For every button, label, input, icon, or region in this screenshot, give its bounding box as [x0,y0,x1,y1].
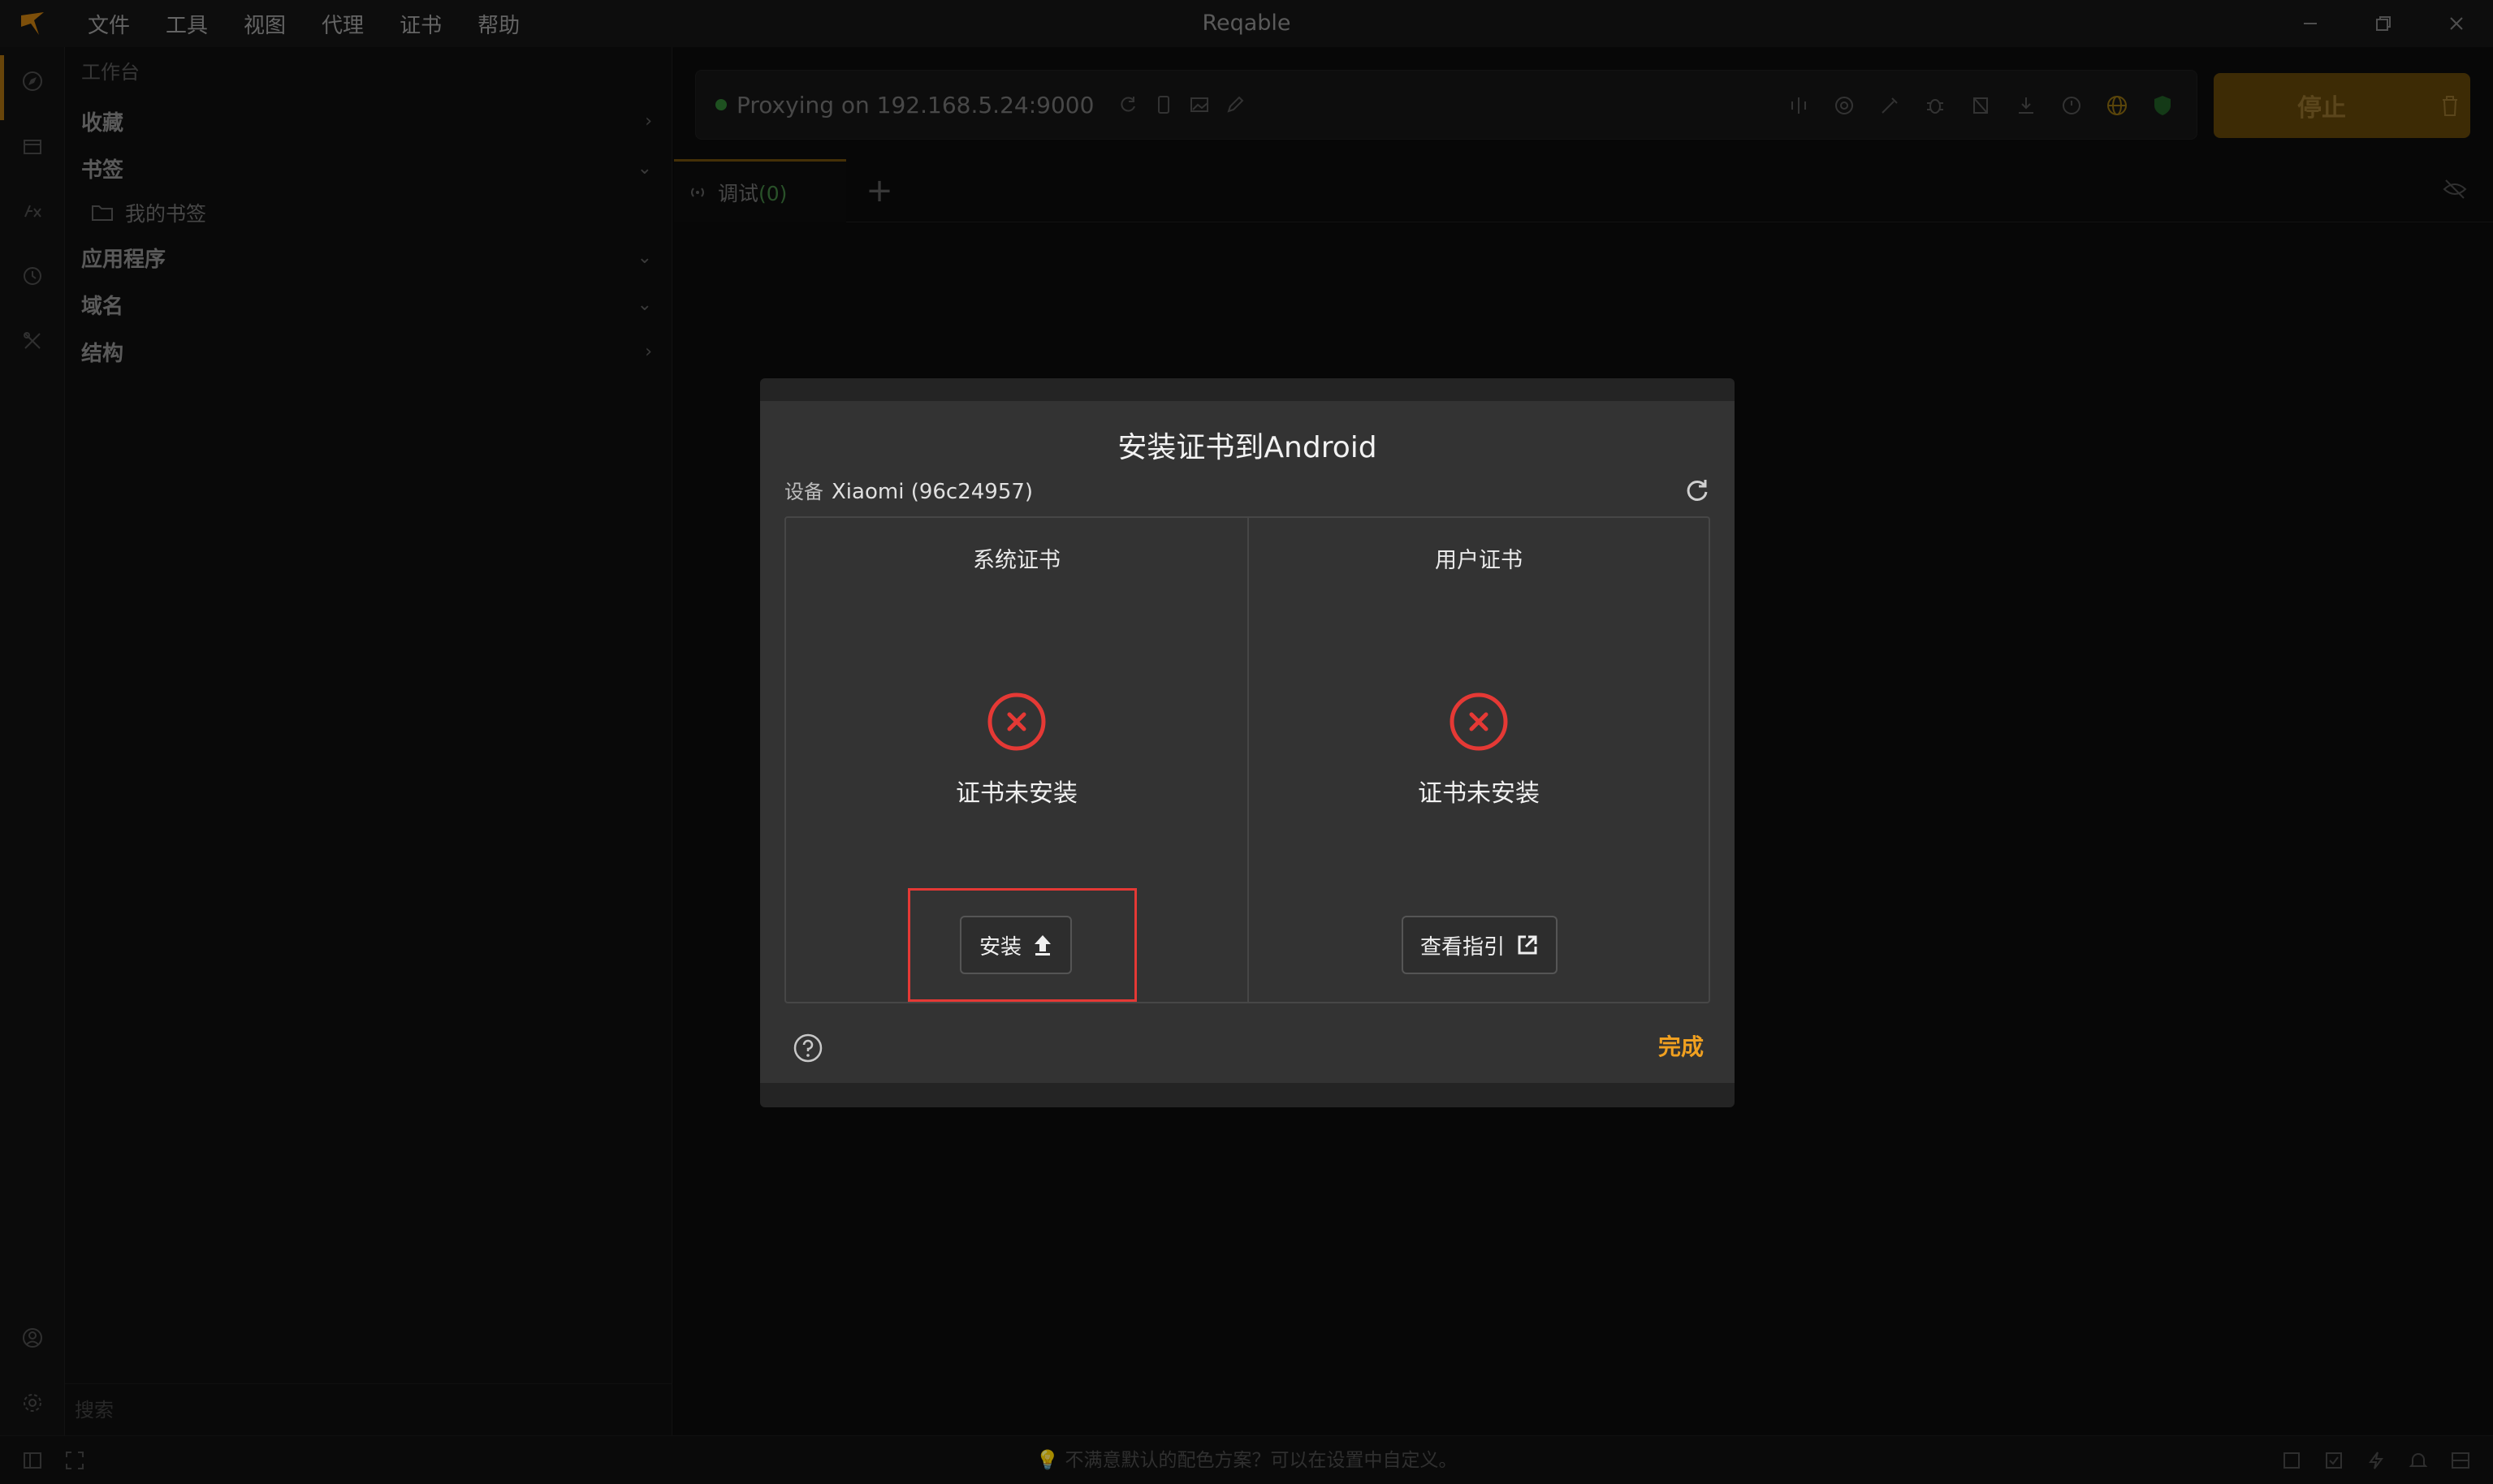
user-certificate-panel: 用户证书 证书未安装 查看指引 [1247,518,1709,1002]
dialog-title: 安装证书到Android [1117,431,1377,464]
external-link-icon [1518,935,1537,955]
refresh-device-button[interactable] [1683,476,1712,505]
device-row: 设备 Xiaomi (96c24957) [784,476,1033,504]
certificate-panels: 系统证书 证书未安装 安装 用户证书 证书未安装 查看指引 [784,516,1710,1003]
certificate-status: 证书未安装 [1418,779,1540,808]
error-circle-icon [1450,692,1508,751]
error-circle-icon [987,692,1046,751]
panel-title: 系统证书 [973,548,1061,573]
panel-title: 用户证书 [1435,548,1523,573]
system-certificate-panel: 系统证书 证书未安装 安装 [786,518,1247,1002]
certificate-status: 证书未安装 [956,779,1078,808]
device-prefix: 设备 [784,481,823,503]
help-circle-icon [793,1033,823,1063]
install-certificate-dialog: 安装证书到Android 设备 Xiaomi (96c24957) 系统证书 证书… [760,401,1735,1083]
done-button[interactable]: 完成 [1658,1029,1704,1062]
help-button[interactable] [793,1033,823,1063]
view-guide-button[interactable]: 查看指引 [1402,916,1558,974]
view-guide-button-label: 查看指引 [1419,934,1505,960]
install-button-highlight [908,888,1137,1002]
refresh-icon [1687,480,1708,501]
device-name: Xiaomi (96c24957) [832,480,1034,504]
